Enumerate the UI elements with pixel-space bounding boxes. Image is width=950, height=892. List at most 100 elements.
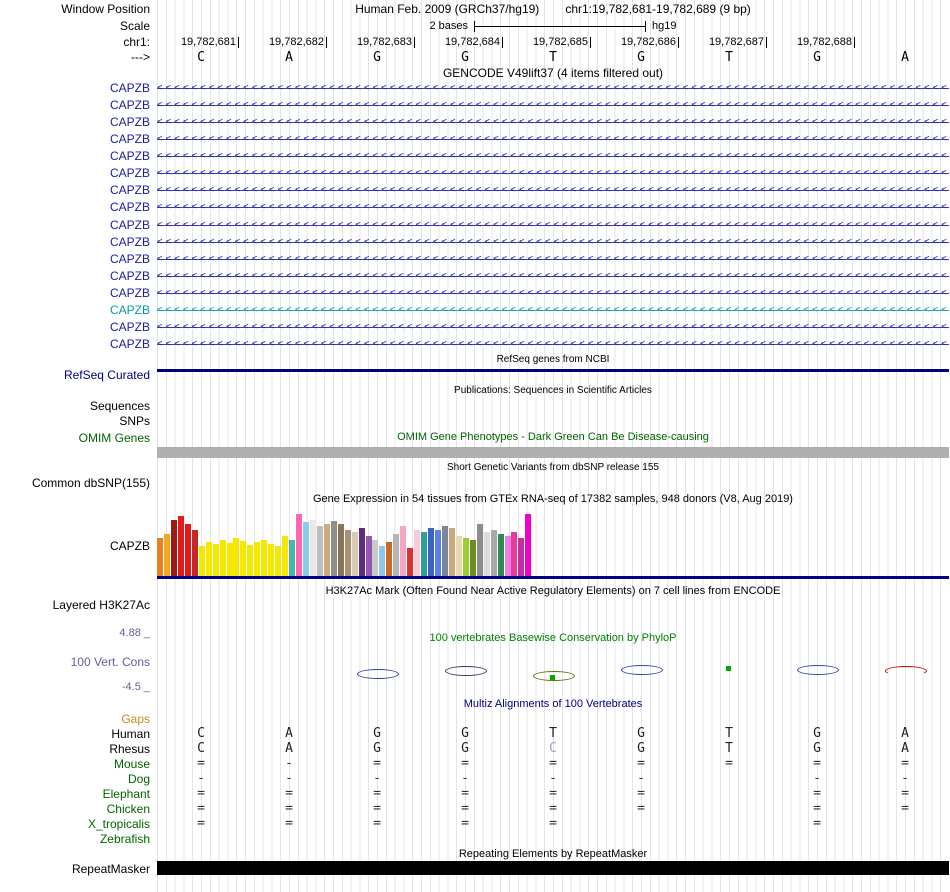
alignment-base: A [245,742,333,757]
gtex-tissue-bar [268,544,274,576]
multiz-alignment-row[interactable]: ======== [157,787,949,802]
multiz-alignment-row[interactable]: ====== [157,817,949,832]
h3k27ac-label[interactable]: Layered H3K27Ac [0,598,150,612]
multiz-alignment-row[interactable]: =-======= [157,757,949,772]
gtex-tissue-bar [345,530,351,576]
coordinates-row[interactable]: 19,782,68119,782,68219,782,68319,782,684… [157,35,949,50]
multiz-alignment-row[interactable] [157,832,949,847]
gencode-gene-label[interactable]: CAPZB [0,269,150,283]
multiz-alignment-row[interactable]: CAGGTGTGA [157,727,949,742]
alignment-base: = [157,802,245,817]
alignment-base: = [597,802,685,817]
alignment-base: = [861,802,949,817]
multiz-species-label[interactable]: Rhesus [0,742,150,756]
multiz-species-label[interactable]: Gaps [0,712,150,726]
gtex-tissue-bar [331,521,337,576]
multiz-species-label[interactable]: Elephant [0,787,150,801]
gtex-tissue-bar [400,526,406,576]
gencode-transcript-row[interactable]: <<<<<<<<<<<<<<<<<<<<<<<<<<<<<<<<<<<<<<<<… [157,98,949,113]
alignment-base: - [773,772,861,787]
scale-label: Scale [0,19,150,33]
strand-direction-arrows: <<<<<<<<<<<<<<<<<<<<<<<<<<<<<<<<<<<<<<<<… [157,132,949,147]
gencode-gene-label[interactable]: CAPZB [0,132,150,146]
gencode-transcript-row[interactable]: <<<<<<<<<<<<<<<<<<<<<<<<<<<<<<<<<<<<<<<<… [157,183,949,198]
alignment-base: = [861,787,949,802]
repeatmasker-item[interactable] [157,861,949,875]
alignment-base: = [245,817,333,832]
multiz-species-label[interactable]: Chicken [0,802,150,816]
alignment-base: - [597,772,685,787]
alignment-base: = [509,757,597,772]
phylop-track-label[interactable]: 100 Vert. Cons [0,655,150,669]
gtex-expression-chart[interactable] [157,511,949,579]
h3k27ac-track-title: H3K27Ac Mark (Often Found Near Active Re… [157,585,949,597]
gtex-tissue-bar [317,526,323,576]
snps-label[interactable]: SNPs [0,414,150,428]
alignment-base: - [421,772,509,787]
gencode-gene-label[interactable]: CAPZB [0,286,150,300]
gencode-transcript-row[interactable]: <<<<<<<<<<<<<<<<<<<<<<<<<<<<<<<<<<<<<<<<… [157,252,949,267]
gencode-transcript-row[interactable]: <<<<<<<<<<<<<<<<<<<<<<<<<<<<<<<<<<<<<<<<… [157,269,949,284]
alignment-base: T [685,727,773,742]
gencode-gene-label[interactable]: CAPZB [0,98,150,112]
strand-direction-arrows: <<<<<<<<<<<<<<<<<<<<<<<<<<<<<<<<<<<<<<<<… [157,200,949,215]
gencode-transcript-row[interactable]: <<<<<<<<<<<<<<<<<<<<<<<<<<<<<<<<<<<<<<<<… [157,81,949,96]
gencode-transcript-row[interactable]: <<<<<<<<<<<<<<<<<<<<<<<<<<<<<<<<<<<<<<<<… [157,115,949,130]
multiz-species-label[interactable]: X_tropicalis [0,817,150,831]
multiz-alignment-row[interactable]: ======== [157,802,949,817]
strand-direction-arrows: <<<<<<<<<<<<<<<<<<<<<<<<<<<<<<<<<<<<<<<<… [157,286,949,301]
gtex-tissue-bar [414,530,420,576]
gencode-gene-label[interactable]: CAPZB [0,320,150,334]
gencode-gene-label[interactable]: CAPZB [0,183,150,197]
gencode-gene-label[interactable]: CAPZB [0,235,150,249]
gencode-gene-label[interactable]: CAPZB [0,303,150,317]
coordinate-tick [414,37,415,48]
multiz-species-label[interactable]: Dog [0,772,150,786]
refseq-curated-label[interactable]: RefSeq Curated [0,368,150,382]
phylop-min-value: -4.5 _ [0,680,150,694]
multiz-alignment-row[interactable] [157,712,949,727]
gencode-gene-label[interactable]: CAPZB [0,337,150,351]
gencode-transcript-row[interactable]: <<<<<<<<<<<<<<<<<<<<<<<<<<<<<<<<<<<<<<<<… [157,200,949,215]
gencode-gene-label[interactable]: CAPZB [0,115,150,129]
gencode-gene-label[interactable]: CAPZB [0,81,150,95]
multiz-species-label[interactable]: Human [0,727,150,741]
multiz-alignment-row[interactable]: CAGGCGTGA [157,742,949,757]
omim-gene-bar[interactable] [157,447,949,458]
gencode-gene-label[interactable]: CAPZB [0,166,150,180]
refseq-curated-item[interactable] [157,369,949,372]
gencode-gene-label[interactable]: CAPZB [0,252,150,266]
gtex-tissue-bar [407,548,413,576]
multiz-species-label[interactable]: Zebrafish [0,832,150,846]
gtex-gene-label[interactable]: CAPZB [0,539,150,553]
gencode-transcript-row[interactable]: <<<<<<<<<<<<<<<<<<<<<<<<<<<<<<<<<<<<<<<<… [157,149,949,164]
reference-base: A [861,50,949,65]
gencode-gene-label[interactable]: CAPZB [0,200,150,214]
alignment-base: C [157,742,245,757]
gencode-transcript-row[interactable]: <<<<<<<<<<<<<<<<<<<<<<<<<<<<<<<<<<<<<<<<… [157,166,949,181]
sequences-label[interactable]: Sequences [0,399,150,413]
alignment-base: = [773,757,861,772]
omim-genes-label[interactable]: OMIM Genes [0,431,150,445]
gtex-tissue-bar [491,530,497,576]
gencode-gene-label[interactable]: CAPZB [0,149,150,163]
multiz-species-label[interactable]: Mouse [0,757,150,771]
gencode-transcript-row[interactable]: <<<<<<<<<<<<<<<<<<<<<<<<<<<<<<<<<<<<<<<<… [157,337,949,352]
gencode-transcript-row[interactable]: <<<<<<<<<<<<<<<<<<<<<<<<<<<<<<<<<<<<<<<<… [157,218,949,233]
strand-arrow-label[interactable]: ---> [0,50,150,64]
gencode-transcript-row[interactable]: <<<<<<<<<<<<<<<<<<<<<<<<<<<<<<<<<<<<<<<<… [157,132,949,147]
gtex-tissue-bar [338,524,344,576]
gtex-tissue-bar [525,514,531,576]
sequence-track[interactable]: CAGGTGTGA [157,50,949,65]
alignment-base: = [245,802,333,817]
position-title: chr1:19,782,681-19,782,689 (9 bp) [565,2,750,16]
gencode-gene-label[interactable]: CAPZB [0,218,150,232]
multiz-alignment-row[interactable]: -------- [157,772,949,787]
gencode-transcript-row[interactable]: <<<<<<<<<<<<<<<<<<<<<<<<<<<<<<<<<<<<<<<<… [157,303,949,318]
repeatmasker-label[interactable]: RepeatMasker [0,862,150,876]
gencode-transcript-row[interactable]: <<<<<<<<<<<<<<<<<<<<<<<<<<<<<<<<<<<<<<<<… [157,235,949,250]
gencode-transcript-row[interactable]: <<<<<<<<<<<<<<<<<<<<<<<<<<<<<<<<<<<<<<<<… [157,320,949,335]
strand-direction-arrows: <<<<<<<<<<<<<<<<<<<<<<<<<<<<<<<<<<<<<<<<… [157,166,949,181]
common-dbsnp-label[interactable]: Common dbSNP(155) [0,476,150,490]
gencode-transcript-row[interactable]: <<<<<<<<<<<<<<<<<<<<<<<<<<<<<<<<<<<<<<<<… [157,286,949,301]
